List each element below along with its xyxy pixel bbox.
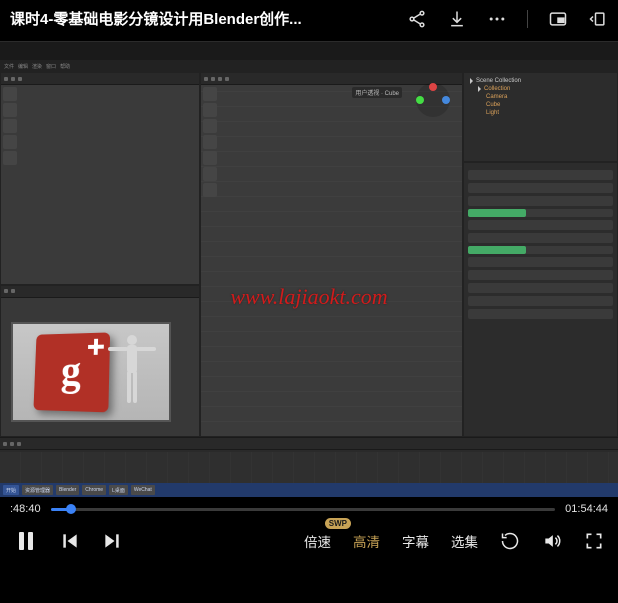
prop-slider [468, 246, 613, 254]
outliner-item: Camera [486, 94, 507, 100]
nav-gizmo [416, 83, 450, 117]
prop-field [468, 257, 613, 267]
right-column: Scene Collection Collection Camera Cube … [463, 72, 618, 437]
taskbar-item: Chrome [82, 485, 106, 495]
next-track-icon[interactable] [102, 531, 122, 551]
prop-field [468, 183, 613, 193]
progress-thumb[interactable] [66, 504, 76, 514]
taskbar-item: L桌面 [109, 485, 128, 495]
prop-field [468, 233, 613, 243]
controls-right: 倍速 SWP 高清 字幕 选集 [304, 531, 604, 551]
properties-panel [463, 162, 618, 437]
left-column: g [0, 72, 200, 437]
prop-field [468, 296, 613, 306]
gplus-logo-tile: g [33, 332, 110, 412]
volume-icon[interactable] [542, 531, 562, 551]
menubar-item: 编辑 [18, 63, 28, 70]
loop-icon[interactable] [500, 531, 520, 551]
viewport-main: 用户透视 · Cube [200, 72, 463, 437]
blender-main: g [0, 72, 618, 437]
prop-field [468, 283, 613, 293]
toolbar-a [3, 87, 17, 165]
time-duration: 01:54:44 [565, 503, 608, 515]
outliner-item: Collection [484, 86, 510, 92]
pip-icon[interactable] [548, 9, 568, 29]
prop-field [468, 196, 613, 206]
prop-field [468, 220, 613, 230]
viewport-info: 用户透视 · Cube [352, 87, 402, 98]
gplus-g-icon: g [60, 351, 81, 393]
episode-button[interactable]: 选集 [451, 531, 478, 551]
os-taskbar: 开始 资源管理器 Blender Chrome L桌面 WeChat [0, 483, 618, 497]
prop-field [468, 270, 613, 280]
preview-card: g [11, 322, 171, 422]
character-mannequin [114, 333, 150, 411]
menubar-item: 文件 [4, 63, 14, 70]
taskbar-item: 开始 [3, 485, 19, 495]
collapse-icon[interactable] [588, 9, 608, 29]
timeline-header [0, 438, 618, 450]
video-title: 课时4-零基础电影分镜设计用Blender创作... [10, 8, 302, 29]
quality-button[interactable]: 高清 [353, 531, 380, 551]
prop-field [468, 170, 613, 180]
controls-left [14, 529, 122, 553]
video-viewport[interactable]: 文件 编辑 渲染 窗口 帮助 [0, 42, 618, 497]
blender-timeline [0, 437, 618, 483]
header-divider [527, 10, 528, 28]
fullscreen-icon[interactable] [584, 531, 604, 551]
subtitle-button[interactable]: 字幕 [402, 531, 429, 551]
viewport-b-header [1, 286, 199, 298]
viewport-a-header [1, 73, 199, 85]
viewport-a [0, 72, 200, 285]
share-icon[interactable] [407, 9, 427, 29]
menubar-item: 渲染 [32, 63, 42, 70]
blender-app: 文件 编辑 渲染 窗口 帮助 [0, 60, 618, 497]
taskbar-item: WeChat [131, 485, 155, 495]
speed-badge: SWP [325, 518, 351, 529]
outliner-item: Scene Collection [476, 78, 521, 84]
speed-label: 倍速 [304, 535, 331, 550]
progress-bar[interactable] [51, 508, 556, 511]
menubar-item: 窗口 [46, 63, 56, 70]
outliner-item: Light [486, 110, 499, 116]
prop-slider [468, 209, 613, 217]
taskbar-item: 资源管理器 [22, 485, 53, 495]
prop-field [468, 309, 613, 319]
progress-row: :48:40 01:54:44 [0, 497, 618, 515]
viewport-main-header [201, 73, 462, 85]
taskbar-item: Blender [56, 485, 79, 495]
controls-row: 倍速 SWP 高清 字幕 选集 [0, 515, 618, 563]
gplus-plus-icon [88, 339, 104, 355]
pause-icon[interactable] [14, 529, 38, 553]
speed-button[interactable]: 倍速 SWP [304, 531, 331, 551]
download-icon[interactable] [447, 9, 467, 29]
toolbar-main [203, 87, 217, 197]
player-header: 课时4-零基础电影分镜设计用Blender创作... [0, 0, 618, 42]
timeline-scrub [0, 452, 618, 483]
header-actions [407, 9, 608, 29]
time-elapsed: :48:40 [10, 503, 41, 515]
blender-menubar: 文件 编辑 渲染 窗口 帮助 [0, 60, 618, 72]
prev-track-icon[interactable] [60, 531, 80, 551]
outliner-item: Cube [486, 102, 500, 108]
outliner-panel: Scene Collection Collection Camera Cube … [463, 72, 618, 162]
menubar-item: 帮助 [60, 63, 70, 70]
viewport-b: g [0, 285, 200, 437]
more-icon[interactable] [487, 9, 507, 29]
